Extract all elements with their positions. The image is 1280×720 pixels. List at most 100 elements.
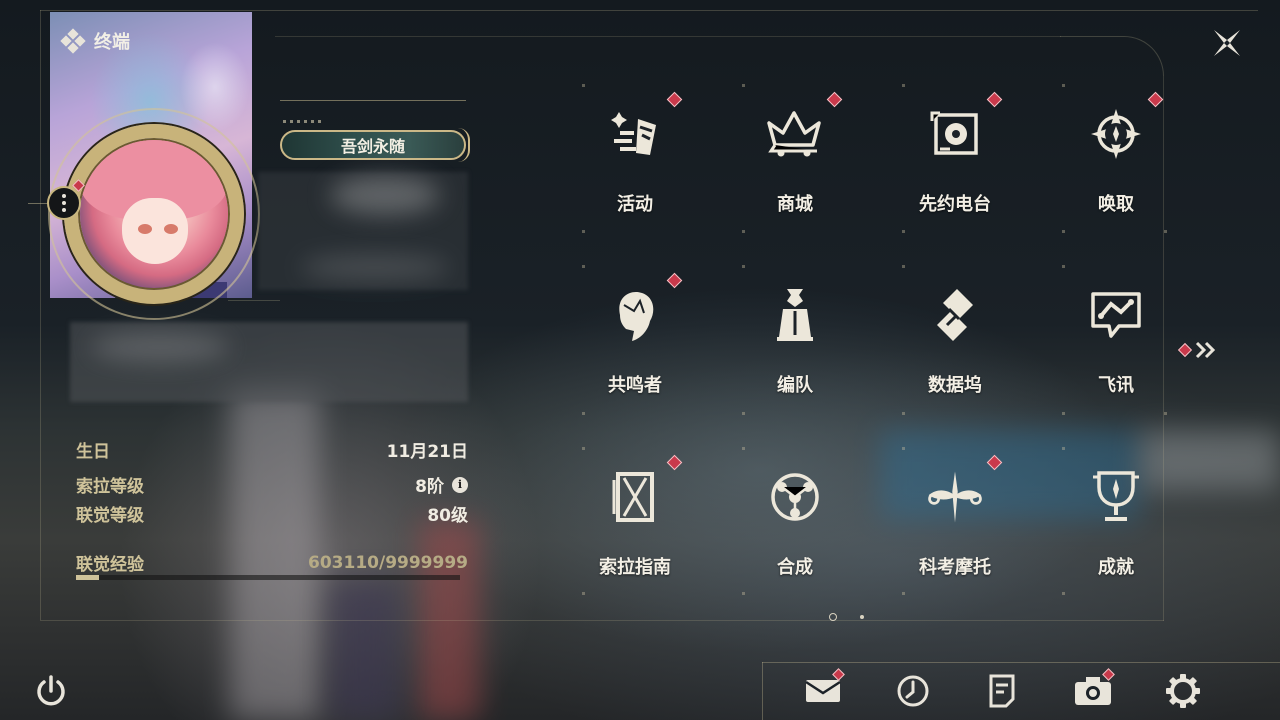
page-indicator-1[interactable] <box>829 613 837 621</box>
union-exp-row: 联觉经验 603110/9999999 <box>76 550 468 576</box>
more-connector <box>28 203 48 204</box>
mail-button[interactable] <box>802 668 845 712</box>
menu-item-label: 合成 <box>777 557 813 578</box>
menu-item-label: 数据坞 <box>928 375 982 396</box>
menu-alert-dot <box>666 91 683 108</box>
avatar[interactable] <box>80 140 228 288</box>
grid-marker <box>742 230 745 233</box>
notice-icon <box>989 674 1015 708</box>
menu-item-messages[interactable]: 飞讯 <box>1036 265 1196 445</box>
next-page-button[interactable] <box>1177 340 1220 360</box>
grid-marker <box>1164 230 1167 233</box>
power-icon <box>37 675 65 706</box>
grid-marker <box>742 265 745 268</box>
title-badge[interactable]: 吾剑永随 <box>280 128 470 162</box>
menu-item-label: 编队 <box>777 375 813 396</box>
menu-item-label: 商城 <box>777 194 813 215</box>
menu-item-team[interactable]: 编队 <box>715 265 875 445</box>
menu-item-guidebook[interactable]: 索拉指南 <box>555 447 715 627</box>
grid-marker <box>582 447 585 450</box>
close-x-icon <box>1214 30 1240 56</box>
grid-marker <box>1062 447 1065 450</box>
history-button[interactable] <box>892 670 934 712</box>
union-level-value: 80级 <box>427 506 468 526</box>
shop-icon <box>765 104 825 164</box>
sep-line-avatar <box>228 300 280 301</box>
achievements-icon <box>1086 467 1146 527</box>
union-level-row: 联觉等级 80级 <box>76 501 468 526</box>
grid-marker <box>902 412 905 415</box>
menu-item-events[interactable]: 活动 <box>555 84 715 264</box>
mail-icon <box>805 680 841 702</box>
union-exp-label: 联觉经验 <box>76 555 144 575</box>
menu-item-synthesis[interactable]: 合成 <box>715 447 875 627</box>
union-exp-fill <box>76 575 100 580</box>
page-title-text: 终端 <box>94 32 130 53</box>
synthesis-icon <box>765 467 825 527</box>
birthday-row: 生日 11月21日 <box>76 437 468 462</box>
close-button[interactable] <box>1208 24 1246 62</box>
grid-marker <box>582 412 585 415</box>
menu-item-motorbike[interactable]: 科考摩托 <box>875 447 1035 627</box>
menu-item-achievements[interactable]: 成就 <box>1036 447 1196 627</box>
signature-blur-glow <box>90 332 230 362</box>
radio-icon <box>925 104 985 164</box>
birthday-value: 11月21日 <box>386 442 468 462</box>
grid-marker <box>1164 412 1167 415</box>
grid-marker <box>1062 84 1065 87</box>
info-icon[interactable]: i <box>452 476 468 493</box>
grid-marker <box>902 230 905 233</box>
menu-item-resonators[interactable]: 共鸣者 <box>555 265 715 445</box>
page-indicator-2[interactable] <box>860 615 864 619</box>
power-button[interactable] <box>32 672 70 710</box>
guidebook-icon <box>605 467 665 527</box>
badge-top-line <box>280 100 466 101</box>
menu-alert-dot <box>986 91 1003 108</box>
camera-button[interactable] <box>1072 668 1115 712</box>
sola-level-row: 索拉等级 8阶 i <box>76 472 468 497</box>
clock-icon <box>897 675 929 707</box>
messages-icon <box>1086 285 1146 345</box>
next-alert-dot <box>1177 342 1193 358</box>
grid-marker <box>582 592 585 595</box>
grid-marker <box>742 84 745 87</box>
menu-item-shop[interactable]: 商城 <box>715 84 875 264</box>
grid-marker <box>582 84 585 87</box>
menu-alert-dot <box>666 272 683 289</box>
grid-marker <box>1062 412 1065 415</box>
union-exp-value: 603110/9999999 <box>308 552 468 573</box>
menu-item-label: 科考摩托 <box>919 557 991 578</box>
menu-alert-dot <box>666 454 683 471</box>
grid-marker <box>1062 265 1065 268</box>
settings-button[interactable] <box>1162 670 1204 712</box>
sola-level-value: 8阶 <box>415 477 444 497</box>
frame-arc <box>1060 36 1164 76</box>
notice-button[interactable] <box>981 670 1023 712</box>
grid-marker <box>1062 592 1065 595</box>
grid-marker <box>742 592 745 595</box>
menu-item-label: 活动 <box>617 194 653 215</box>
grid-marker <box>582 230 585 233</box>
menu-item-label: 先约电台 <box>919 194 991 215</box>
union-exp-bar <box>76 575 460 580</box>
menu-alert-dot <box>1147 91 1164 108</box>
events-icon <box>605 104 665 164</box>
grid-marker <box>742 412 745 415</box>
menu-item-convene[interactable]: 唤取 <box>1036 84 1196 264</box>
menu-alert-dot <box>826 91 843 108</box>
frame-inner-line <box>275 36 1061 37</box>
page-title: 终端 <box>60 28 130 54</box>
double-chevron-right-icon <box>1195 341 1216 359</box>
grid-marker <box>902 592 905 595</box>
union-level-label: 联觉等级 <box>76 506 144 526</box>
convene-icon <box>1086 104 1146 164</box>
birthday-label: 生日 <box>76 442 110 462</box>
menu-item-radio[interactable]: 先约电台 <box>875 84 1035 264</box>
grid-marker <box>1062 230 1065 233</box>
sola-level-label: 索拉等级 <box>76 477 144 497</box>
grid-marker <box>902 84 905 87</box>
more-options-button[interactable] <box>47 186 81 220</box>
frame-left-line <box>40 10 41 620</box>
grid-marker <box>582 265 585 268</box>
menu-item-data-bank[interactable]: 数据坞 <box>875 265 1035 445</box>
